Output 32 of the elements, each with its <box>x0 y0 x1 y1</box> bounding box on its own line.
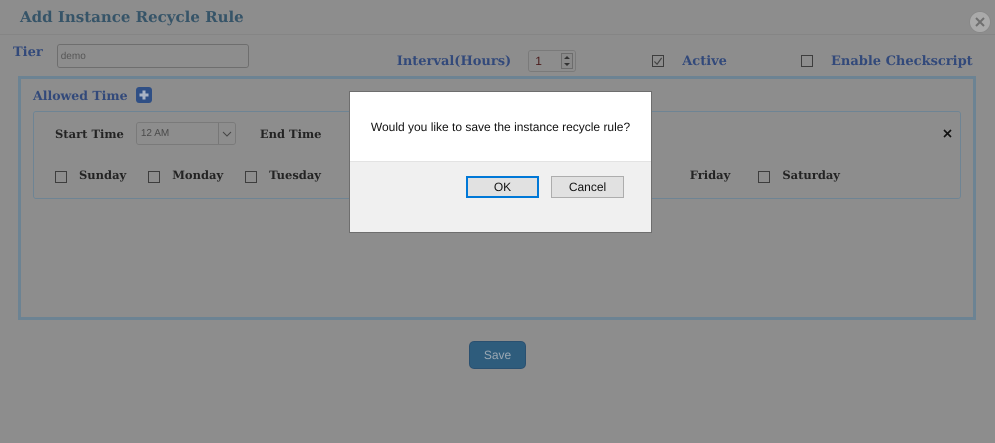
allowed-time-label: Allowed Time <box>33 88 128 102</box>
checkbox[interactable] <box>652 55 664 67</box>
interval-spinner[interactable]: 1 <box>528 50 576 72</box>
interval-label: Interval(Hours) <box>396 54 512 68</box>
close-icon <box>975 17 985 27</box>
start-time-label: Start Time <box>55 126 124 140</box>
dialog-button[interactable]: OK <box>466 176 539 198</box>
checkbox-label: Active <box>682 54 727 68</box>
checkbox[interactable] <box>800 55 813 67</box>
end-time-label: End Time <box>260 126 322 140</box>
checkbox[interactable] <box>55 171 67 183</box>
checkbox[interactable] <box>758 171 770 183</box>
checkbox[interactable] <box>148 171 160 183</box>
save-button[interactable]: Save <box>469 341 526 369</box>
close-button[interactable] <box>969 11 991 33</box>
close-icon[interactable] <box>943 129 952 138</box>
dialog-button[interactable]: Cancel <box>551 176 624 198</box>
day-label: Monday <box>172 168 224 182</box>
dialog-message: Would you like to save the instance recycle rule? <box>370 120 630 134</box>
tier-field[interactable]: demo <box>56 44 249 68</box>
day-label: Tuesday <box>269 168 321 182</box>
day-label: Friday <box>690 168 730 182</box>
day-label: Saturday <box>782 168 840 182</box>
chevron-down-icon <box>222 130 232 136</box>
checkbox-label: Enable Checkscript <box>830 54 973 68</box>
dialog-title: Add Instance Recycle Rule <box>20 8 244 26</box>
tier-label: Tier <box>13 44 43 60</box>
spinner-arrows-icon <box>561 53 574 69</box>
start-time-dropdown[interactable]: 12 AM <box>136 122 236 145</box>
day-label: Sunday <box>79 168 126 182</box>
checkbox[interactable] <box>245 171 258 183</box>
add-icon[interactable] <box>136 87 152 103</box>
